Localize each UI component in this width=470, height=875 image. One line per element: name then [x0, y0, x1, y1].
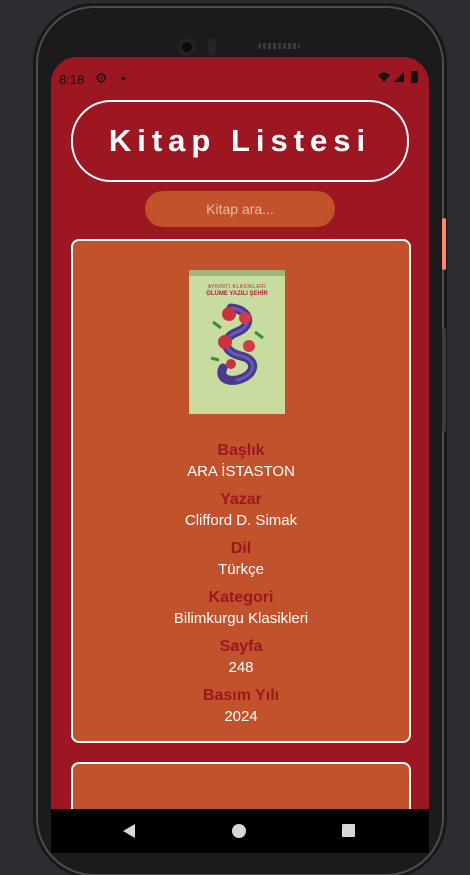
cover-strip: [189, 270, 285, 276]
battery-icon: [411, 71, 418, 83]
cover-title-text: ÖLÜME YAZILI ŞEHİR: [206, 291, 268, 297]
signal-icon: [394, 72, 404, 82]
dot-icon: •: [121, 70, 126, 86]
title-label: Başlık: [217, 442, 265, 459]
sensor: [208, 38, 216, 56]
year-label: Basım Yılı: [202, 687, 280, 704]
title-value: ARA İSTASTON: [187, 463, 295, 480]
category-value: Bilimkurgu Klasikleri: [173, 610, 309, 627]
power-button: [442, 218, 446, 270]
book-cover-image: AYRINTI KLASİKLERİ ÖLÜME YAZILI ŞEHİR: [189, 270, 285, 414]
page-title: Kitap Listesi: [71, 100, 409, 182]
front-camera: [178, 38, 196, 56]
cover-series-text: AYRINTI KLASİKLERİ: [207, 284, 267, 290]
recents-icon[interactable]: [342, 824, 355, 837]
app-screen: 8:18 ⚙ • Kitap Listesi AYRINTI KLASİKLER…: [51, 57, 429, 809]
cover-snake-illustration: [210, 303, 264, 385]
status-time: 8:18: [59, 72, 85, 87]
pages-label: Sayfa: [219, 638, 263, 655]
wifi-icon: [378, 72, 390, 82]
language-label: Dil: [230, 540, 252, 557]
navigation-bar: [51, 809, 429, 853]
author-value: Clifford D. Simak: [184, 512, 298, 529]
search-input[interactable]: [145, 191, 335, 227]
book-card[interactable]: AYRINTI KLASİKLERİ ÖLÜME YAZILI ŞEHİR Ba…: [71, 239, 411, 743]
year-value: 2024: [224, 708, 258, 725]
status-bar: 8:18 ⚙ •: [51, 57, 429, 101]
back-icon[interactable]: [123, 824, 135, 838]
language-value: Türkçe: [218, 561, 264, 578]
pages-value: 248: [228, 659, 254, 676]
volume-button: [442, 328, 446, 432]
book-card-next[interactable]: [71, 762, 411, 809]
author-label: Yazar: [220, 491, 262, 508]
home-icon[interactable]: [232, 824, 246, 838]
book-details: Başlık ARA İSTASTON Yazar Clifford D. Si…: [73, 441, 409, 735]
speaker-grille: [258, 43, 300, 49]
category-label: Kategori: [208, 589, 274, 606]
gear-icon: ⚙: [95, 70, 108, 86]
